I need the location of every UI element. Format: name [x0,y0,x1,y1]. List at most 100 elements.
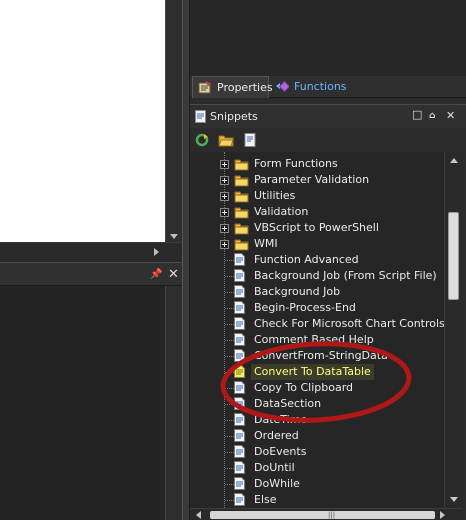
snippets-toolbar [190,128,466,152]
tab-properties-label: Properties [217,81,273,94]
tree-folder-label: WMI [254,237,278,250]
panel-splitter[interactable] [182,0,190,520]
tree-snippet-label: Background Job [254,285,341,298]
tree-connector [225,356,234,357]
editor-vertical-scrollbar[interactable] [165,0,182,242]
code-editor[interactable] [0,0,165,242]
snippet-icon [234,253,245,266]
snippet-icon [234,365,245,378]
tree-connector [225,468,234,469]
tree-connector [225,452,234,453]
tree-connector [225,324,234,325]
folder-icon [234,221,249,235]
close-icon[interactable]: ✕ [446,109,455,122]
folder-icon [234,189,249,203]
tree-snippet-label: Function Advanced [254,253,359,266]
panel-tabs: Properties Functions [190,76,466,98]
tree-snippet-label: DoUntil [254,461,295,474]
output-panel-header: 📌 ✕ [0,262,185,286]
tree-snippet-label: Background Job (From Script File) [254,269,437,282]
pin-icon[interactable]: 📌 [150,269,162,280]
tree-folder-label: Form Functions [254,157,338,170]
snippet-icon [234,317,245,330]
scroll-down-icon[interactable] [170,234,178,239]
tree-folder-label: Utilities [254,189,296,202]
scroll-up-icon[interactable] [450,158,458,163]
new-snippet-icon[interactable] [242,132,258,148]
snippet-icon [234,349,245,362]
tree-vertical-scrollbar[interactable] [444,152,462,508]
snippets-panel-header: Snippets □ ⌂ ✕ [190,104,466,128]
snippet-icon [234,429,245,442]
scrollbar-thumb[interactable] [448,212,459,300]
tree-folder-label: Parameter Validation [254,173,370,186]
pin-icon[interactable]: ⌂ [429,111,435,121]
tree-folder-label: Validation [254,205,309,218]
tree-connector [225,436,234,437]
panel-title: Snippets [210,110,258,123]
editor-horizontal-scrollbar[interactable] [0,242,182,260]
snippet-icon [234,333,245,346]
scroll-right-icon[interactable] [440,511,445,519]
snippet-icon [234,269,245,282]
scrollbar-thumb[interactable]: ||| [210,511,435,519]
expand-icon[interactable] [220,208,229,217]
tree-snippet-label: Comment Based Help [254,333,374,346]
scroll-right-icon[interactable] [154,248,159,256]
tab-functions[interactable]: Functions [270,76,347,98]
properties-icon [198,81,211,94]
scroll-left-icon[interactable] [196,511,201,519]
scroll-down-icon[interactable] [450,497,458,502]
snippet-icon [234,445,245,458]
output-vertical-scrollbar[interactable] [165,286,182,520]
tree-snippet-label: Ordered [254,429,299,442]
tree-connector [225,372,234,373]
tree-snippet-label: DataSection [254,397,322,410]
maximize-icon[interactable]: □ [412,108,422,121]
folder-icon [234,157,249,171]
expand-icon[interactable] [220,192,229,201]
snippet-icon [234,493,245,506]
tree-horizontal-scrollbar[interactable]: ||| [190,508,462,520]
open-folder-icon[interactable] [218,132,234,148]
tree-snippet-label: ConvertFrom-StringData [254,349,388,362]
folder-icon [234,173,249,187]
tree-connector [225,276,234,277]
tab-properties[interactable]: Properties [192,76,273,98]
snippet-icon [234,397,245,410]
tree-connector [225,388,234,389]
snippet-icon [195,110,206,123]
tree-snippet-label: DoEvents [254,445,307,458]
tree-connector [225,404,234,405]
snippet-icon [234,285,245,298]
folder-icon [234,237,249,251]
expand-icon[interactable] [220,160,229,169]
snippet-icon [234,477,245,490]
tree-connector [225,420,234,421]
tree-snippet-label: Else [254,493,277,506]
tree-connector [225,260,234,261]
tree-connector [224,152,225,508]
tree-snippet-label: DoWhile [254,477,300,490]
tree-connector [225,484,234,485]
expand-icon[interactable] [220,240,229,249]
snippet-icon [234,413,245,426]
snippet-icon [234,381,245,394]
output-panel: 📌 ✕ [0,262,185,520]
close-icon[interactable]: ✕ [168,267,179,282]
snippet-icon [234,461,245,474]
tree-connector [225,292,234,293]
tree-snippet-label: Convert To DataTable [251,364,374,380]
tab-functions-label: Functions [294,80,347,93]
expand-icon[interactable] [220,176,229,185]
tree-connector [225,500,234,501]
folder-icon [234,205,249,219]
snippets-tree[interactable]: Form Functions Parameter Validation Utilit… [190,152,444,508]
tree-snippet-label: Copy To Clipboard [254,381,354,394]
functions-icon [276,80,289,93]
tree-folder-label: VBScript to PowerShell [254,221,379,234]
expand-icon[interactable] [220,224,229,233]
refresh-icon[interactable] [194,132,210,148]
tree-snippet-label: Begin-Process-End [254,301,356,314]
tree-snippet-label: DateTime [254,413,308,426]
